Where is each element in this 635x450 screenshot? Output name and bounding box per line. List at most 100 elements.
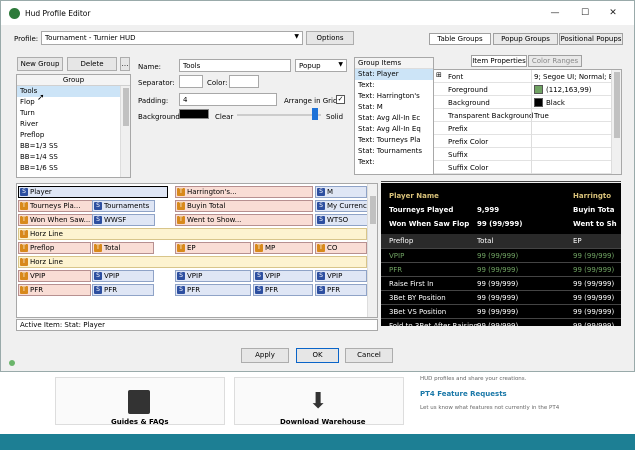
property-row[interactable]: Prefix — [434, 122, 611, 135]
delete-group-button[interactable]: Delete — [67, 57, 117, 71]
group-list-item[interactable]: Flop — [17, 97, 120, 108]
group-item[interactable]: Stat: Avg All-In Ec — [355, 113, 433, 124]
property-value[interactable]: (112,163,99) — [546, 86, 611, 94]
opacity-slider[interactable] — [237, 114, 321, 116]
stat-item[interactable]: S WTSO — [315, 214, 370, 226]
text-item[interactable]: T MP — [253, 242, 313, 254]
apply-button[interactable]: Apply — [241, 348, 289, 363]
property-value[interactable]: Black — [546, 99, 611, 107]
background-color-swatch[interactable] — [179, 109, 209, 119]
property-row[interactable]: Transparent Background True — [434, 109, 611, 122]
horz-line-item[interactable]: T Horz Line — [18, 256, 367, 268]
active-item-status: Active Item: Stat: Player — [16, 319, 378, 331]
name-input[interactable]: Tools — [179, 59, 291, 72]
group-list-item[interactable]: Preflop — [17, 130, 120, 141]
text-item[interactable]: T PFR — [18, 284, 91, 296]
text-item[interactable]: T EP — [175, 242, 251, 254]
scroll-thumb[interactable] — [123, 88, 129, 126]
tab-table-groups[interactable]: Table Groups — [429, 33, 491, 45]
property-name: Prefix Color — [448, 138, 489, 146]
opacity-slider-thumb[interactable] — [312, 108, 318, 120]
tab-popup-groups[interactable]: Popup Groups — [493, 33, 558, 45]
maximize-button[interactable]: ☐ — [579, 7, 591, 19]
tab-color-ranges[interactable]: Color Ranges — [528, 55, 582, 67]
name-label: Name: — [138, 63, 162, 71]
cancel-button[interactable]: Cancel — [345, 348, 393, 363]
feature-requests-link[interactable]: PT4 Feature Requests — [420, 390, 507, 398]
download-card[interactable]: ⬇ Download Warehouse — [234, 377, 404, 426]
stat-item[interactable]: SMy Currency ... — [315, 200, 370, 212]
property-row[interactable]: Background Black — [434, 96, 611, 109]
property-row[interactable]: Suffix — [434, 148, 611, 161]
group-item[interactable]: Stat: Player — [355, 69, 433, 80]
group-list-item[interactable]: Turn — [17, 108, 120, 119]
profile-select[interactable]: Tournament - Turnier HUD ▼ — [41, 31, 303, 45]
group-menu-button[interactable]: … — [120, 57, 130, 71]
property-row[interactable]: Prefix Color — [434, 135, 611, 148]
stat-item[interactable]: S VPIP — [92, 270, 154, 282]
options-button[interactable]: Options — [306, 31, 354, 45]
property-row[interactable]: ⊞ Font 9; Segoe UI; Normal; Bo — [434, 70, 611, 83]
text-item[interactable]: T Total — [92, 242, 154, 254]
scroll-thumb[interactable] — [614, 72, 620, 138]
text-item[interactable]: T CO — [315, 242, 367, 254]
stat-item[interactable]: S PFR — [253, 284, 313, 296]
group-item[interactable]: Text: — [355, 157, 433, 168]
text-item[interactable]: T VPIP — [18, 270, 91, 282]
stat-item[interactable]: S Player — [18, 186, 168, 198]
stat-item[interactable]: S PFR — [92, 284, 154, 296]
group-item[interactable]: Stat: Avg All-In Eq — [355, 124, 433, 135]
expand-icon[interactable]: ⊞ — [436, 71, 442, 79]
minimize-button[interactable]: — — [549, 7, 561, 19]
layout-horz-line-row: T Horz Line — [17, 227, 369, 241]
type-select[interactable]: Popup ▼ — [295, 59, 347, 72]
group-item[interactable]: Stat: M — [355, 102, 433, 113]
group-list-item[interactable]: BB=1/4 SS — [17, 152, 120, 163]
group-list-item[interactable]: BB=1/3 SS — [17, 141, 120, 152]
property-row[interactable]: Suffix Color — [434, 161, 611, 174]
stat-item[interactable]: S VPIP — [315, 270, 367, 282]
layout-row: T Preflop T Total T EP T MP T CO — [17, 241, 369, 255]
group-list-item[interactable]: Tools — [17, 86, 120, 97]
stat-item[interactable]: S VPIP — [175, 270, 251, 282]
group-item[interactable]: Stat: Tournaments — [355, 146, 433, 157]
hud-cell-value: 99 (99/999) — [573, 308, 615, 316]
stat-item[interactable]: SM — [315, 186, 367, 198]
padding-input[interactable]: 4 — [179, 93, 277, 106]
tab-positional-popups[interactable]: Positional Popups — [559, 33, 623, 45]
text-item[interactable]: T Harrington's... — [175, 186, 313, 198]
stat-item[interactable]: S VPIP — [253, 270, 313, 282]
text-item-label: Total — [104, 244, 121, 252]
property-row[interactable]: Foreground (112,163,99) — [434, 83, 611, 96]
stat-item[interactable]: S PFR — [175, 284, 251, 296]
arrange-in-grid-checkbox[interactable]: ✓ — [336, 95, 345, 104]
group-item[interactable]: Text: — [355, 80, 433, 91]
group-list-scrollbar[interactable] — [120, 86, 130, 177]
stat-item[interactable]: S WWSF — [92, 214, 155, 226]
group-item[interactable]: Text: Harrington's — [355, 91, 433, 102]
property-value[interactable]: True — [534, 112, 611, 120]
tab-item-properties[interactable]: Item Properties — [471, 55, 527, 67]
stat-item[interactable]: S Tournaments — [92, 200, 155, 212]
group-list-item[interactable]: River — [17, 119, 120, 130]
stat-icon: S — [94, 202, 102, 210]
text-item[interactable]: T Buyin Total — [175, 200, 313, 212]
properties-scrollbar[interactable] — [611, 70, 621, 174]
group-list-item[interactable]: BB=1/6 SS — [17, 163, 120, 174]
scroll-thumb[interactable] — [370, 196, 376, 224]
ok-button[interactable]: OK — [296, 348, 339, 363]
color-input[interactable] — [229, 75, 259, 88]
text-item[interactable]: T Went to Show... — [175, 214, 313, 226]
text-item[interactable]: T Preflop — [18, 242, 91, 254]
guides-card[interactable]: Guides & FAQs — [55, 377, 225, 426]
hud-preview-top-edge — [381, 181, 621, 185]
separator-input[interactable] — [179, 75, 203, 88]
book-icon — [128, 390, 150, 414]
property-value[interactable]: 9; Segoe UI; Normal; Bo — [534, 73, 611, 81]
new-group-button[interactable]: New Group — [17, 57, 63, 71]
close-button[interactable]: ✕ — [607, 7, 619, 19]
horz-line-item[interactable]: T Horz Line — [18, 228, 367, 240]
stat-item[interactable]: S PFR — [315, 284, 367, 296]
layout-scrollbar[interactable] — [367, 184, 377, 317]
group-item[interactable]: Text: Tourneys Pla — [355, 135, 433, 146]
